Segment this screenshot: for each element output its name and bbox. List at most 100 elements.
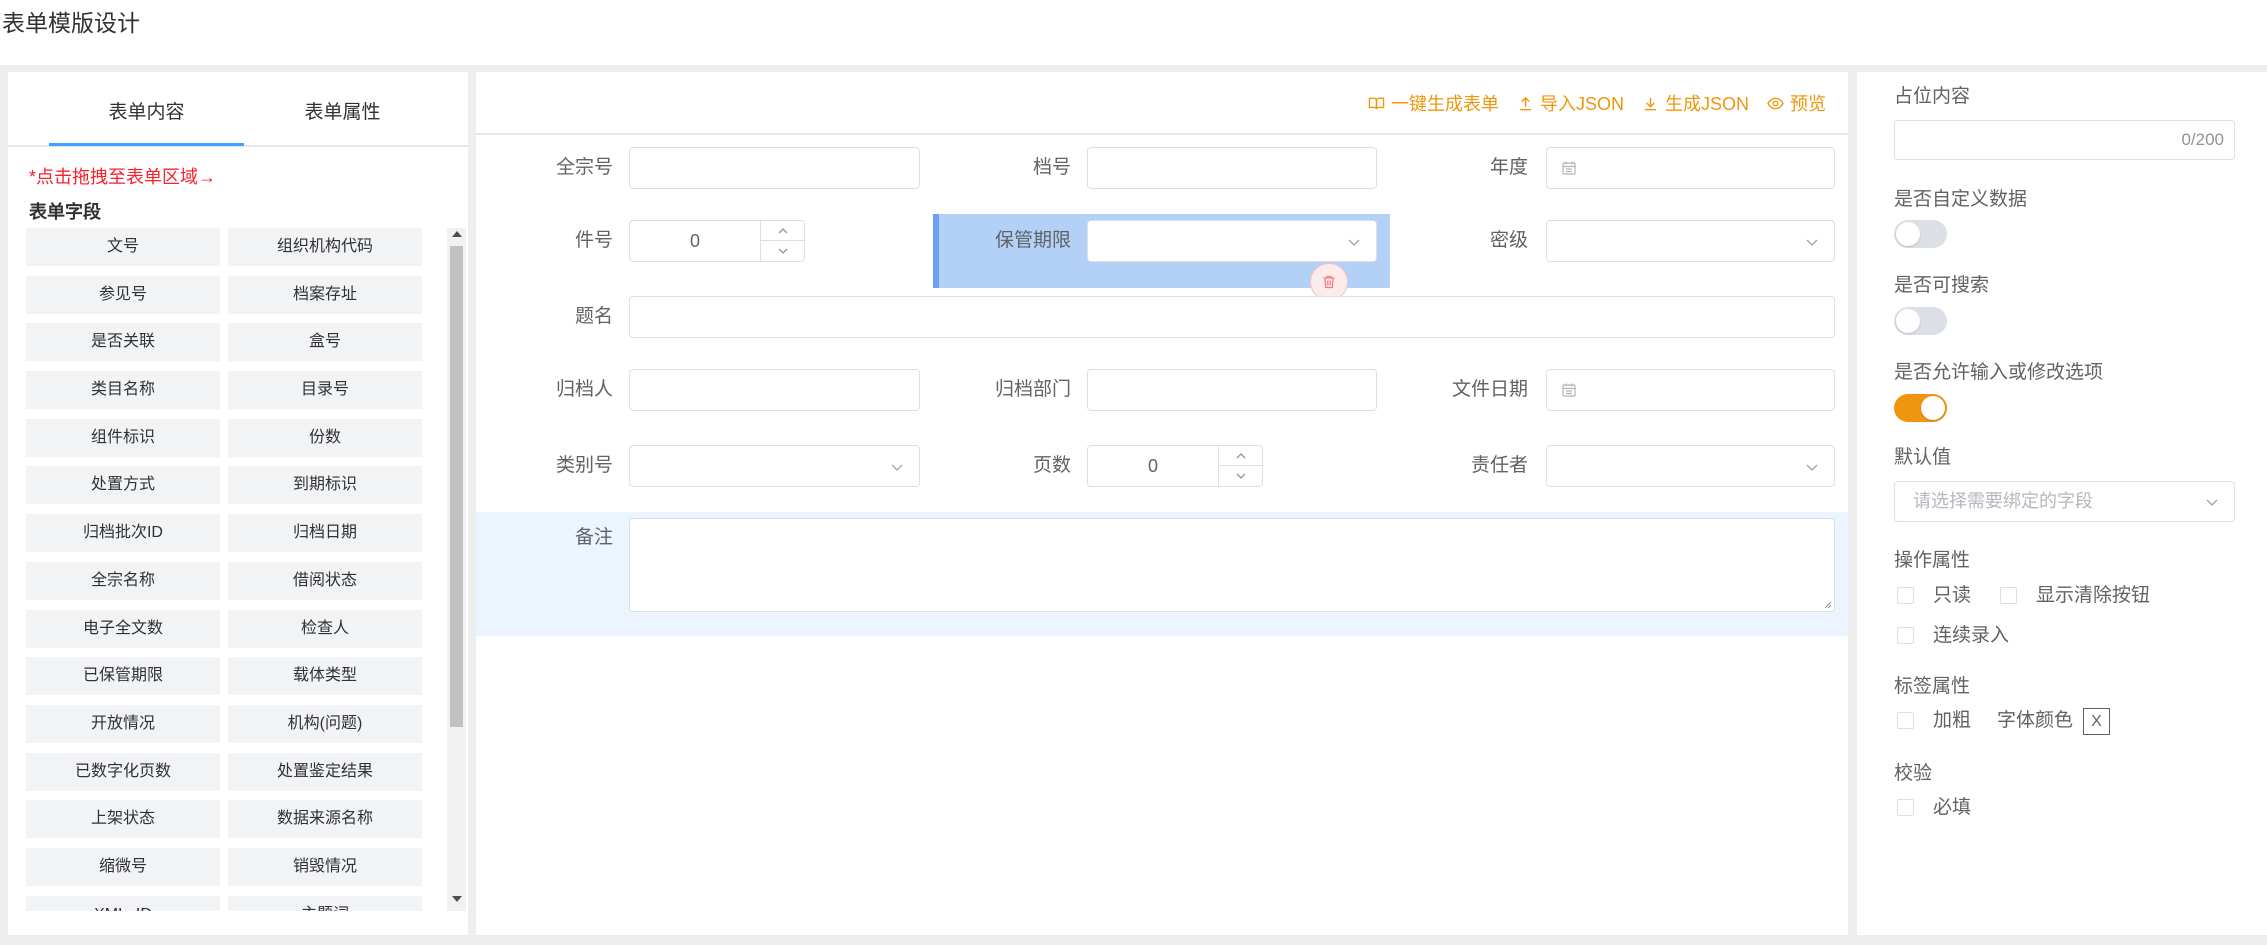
quanzonghao-input[interactable]: [629, 147, 920, 189]
zerenzhe-select[interactable]: [1546, 445, 1835, 487]
field-item[interactable]: 份数: [228, 418, 422, 457]
eye-icon: [1767, 95, 1784, 112]
field-label-niandu: 年度: [1489, 157, 1528, 178]
validation-label: 校验: [1894, 763, 1933, 784]
field-item[interactable]: 主题词: [228, 895, 422, 911]
toolbar-divider: [476, 133, 1848, 135]
placeholder-input[interactable]: 0/200: [1894, 120, 2235, 160]
required-checkbox[interactable]: [1897, 799, 1914, 816]
field-item[interactable]: 上架状态: [26, 800, 220, 839]
custom-data-switch[interactable]: [1894, 220, 1947, 248]
field-item[interactable]: 档案存址: [228, 275, 422, 314]
field-item[interactable]: 借阅状态: [228, 561, 422, 600]
decrease-button[interactable]: [1219, 466, 1262, 486]
upload-icon: [1517, 95, 1534, 112]
field-label-baoguanqixian: 保管期限: [994, 230, 1071, 251]
switch-knob: [1896, 222, 1920, 246]
field-item[interactable]: XML_ID: [26, 895, 220, 911]
field-item[interactable]: 文号: [26, 228, 220, 266]
calendar-icon: [1561, 382, 1577, 398]
field-item[interactable]: 载体类型: [228, 657, 422, 696]
beizhu-textarea[interactable]: [629, 518, 1835, 612]
allow-input-options-switch[interactable]: [1894, 394, 1947, 422]
resize-grip-icon[interactable]: [1822, 599, 1832, 609]
import-json-button[interactable]: 导入JSON: [1517, 90, 1624, 116]
field-item[interactable]: 归档批次ID: [26, 514, 220, 553]
show-clear-checkbox[interactable]: [2000, 587, 2017, 604]
decrease-button[interactable]: [761, 241, 804, 261]
scroll-up-arrow-icon[interactable]: [452, 231, 462, 237]
generate-json-button[interactable]: 生成JSON: [1642, 90, 1749, 116]
field-item[interactable]: 处置鉴定结果: [228, 752, 422, 791]
form-canvas-panel: 一键生成表单 导入JSON 生成JSON 预览 全宗号 档号 年度 件号 0 保…: [476, 72, 1848, 935]
font-color-picker[interactable]: X: [2083, 708, 2110, 735]
field-item[interactable]: 是否关联: [26, 323, 220, 362]
generate-form-label: 一键生成表单: [1390, 94, 1499, 114]
field-label-wenjianriqi: 文件日期: [1451, 379, 1528, 400]
field-item[interactable]: 开放情况: [26, 704, 220, 743]
field-item[interactable]: 机构(问题): [228, 704, 422, 743]
field-section-title: 表单字段: [29, 202, 101, 222]
book-icon: [1368, 95, 1385, 112]
field-label-leibiehao: 类别号: [555, 455, 613, 476]
scroll-down-arrow-icon[interactable]: [452, 896, 462, 902]
show-clear-label: 显示清除按钮: [2036, 585, 2151, 606]
timing-input[interactable]: [629, 296, 1835, 338]
field-item[interactable]: 电子全文数: [26, 609, 220, 648]
field-label-zerenzhe: 责任者: [1470, 455, 1528, 476]
form-toolbar: 一键生成表单 导入JSON 生成JSON 预览: [1368, 88, 1826, 118]
field-item[interactable]: 销毁情况: [228, 847, 422, 886]
field-item[interactable]: 类目名称: [26, 371, 220, 410]
field-item[interactable]: 全宗名称: [26, 561, 220, 600]
miji-select[interactable]: [1546, 220, 1835, 262]
field-properties-panel: 占位内容 0/200 是否自定义数据 是否可搜索 是否允许输入或修改选项 默认值…: [1857, 72, 2267, 935]
field-item[interactable]: 到期标识: [228, 466, 422, 505]
field-item[interactable]: 归档日期: [228, 514, 422, 553]
field-label-danghao: 档号: [1032, 157, 1071, 178]
field-item[interactable]: 参见号: [26, 275, 220, 314]
field-item[interactable]: 数据来源名称: [228, 800, 422, 839]
field-item[interactable]: 检查人: [228, 609, 422, 648]
field-item[interactable]: 缩微号: [26, 847, 220, 886]
yeshu-number-input[interactable]: 0: [1087, 445, 1263, 487]
default-value-placeholder: 请选择需要绑定的字段: [1913, 491, 2093, 511]
increase-button[interactable]: [1219, 446, 1262, 466]
number-value: 0: [689, 231, 700, 251]
field-list-scrollbar[interactable]: [447, 228, 466, 911]
field-item[interactable]: 盒号: [228, 323, 422, 362]
field-item[interactable]: 目录号: [228, 371, 422, 410]
chevron-up-icon: [1236, 452, 1245, 458]
bold-checkbox[interactable]: [1897, 712, 1914, 729]
danghao-input[interactable]: [1087, 147, 1377, 189]
field-item[interactable]: 已数字化页数: [26, 752, 220, 791]
increase-button[interactable]: [761, 221, 804, 241]
field-item[interactable]: 已保管期限: [26, 657, 220, 696]
niandu-date-picker[interactable]: [1546, 147, 1835, 189]
field-item[interactable]: 处置方式: [26, 466, 220, 505]
default-value-select[interactable]: 请选择需要绑定的字段: [1894, 481, 2235, 522]
scroll-thumb[interactable]: [450, 246, 463, 727]
operation-label: 操作属性: [1894, 550, 1971, 571]
trash-icon: [1323, 275, 1335, 289]
field-label-quanzonghao: 全宗号: [555, 157, 613, 178]
leibiehao-select[interactable]: [629, 445, 920, 487]
bold-label: 加粗: [1933, 710, 1972, 731]
tab-form-content[interactable]: 表单内容: [49, 94, 244, 132]
wenjianriqi-date-picker[interactable]: [1546, 369, 1835, 411]
guidangbumen-input[interactable]: [1087, 369, 1377, 411]
jianhao-number-input[interactable]: 0: [629, 220, 805, 262]
readonly-checkbox[interactable]: [1897, 587, 1914, 604]
font-color-label: 字体颜色: [1997, 710, 2074, 731]
preview-button[interactable]: 预览: [1767, 90, 1826, 116]
searchable-switch[interactable]: [1894, 307, 1947, 335]
field-item[interactable]: 组件标识: [26, 418, 220, 457]
baoguanqixian-select[interactable]: [1087, 220, 1377, 262]
chevron-down-icon: [889, 459, 905, 475]
field-label-guidangbumen: 归档部门: [994, 379, 1071, 400]
field-label-yeshu: 页数: [1032, 455, 1071, 476]
continuous-entry-checkbox[interactable]: [1897, 627, 1914, 644]
generate-form-button[interactable]: 一键生成表单: [1368, 90, 1499, 116]
field-item[interactable]: 组织机构代码: [228, 228, 422, 266]
guidangren-input[interactable]: [629, 369, 920, 411]
tab-form-properties[interactable]: 表单属性: [245, 94, 440, 132]
